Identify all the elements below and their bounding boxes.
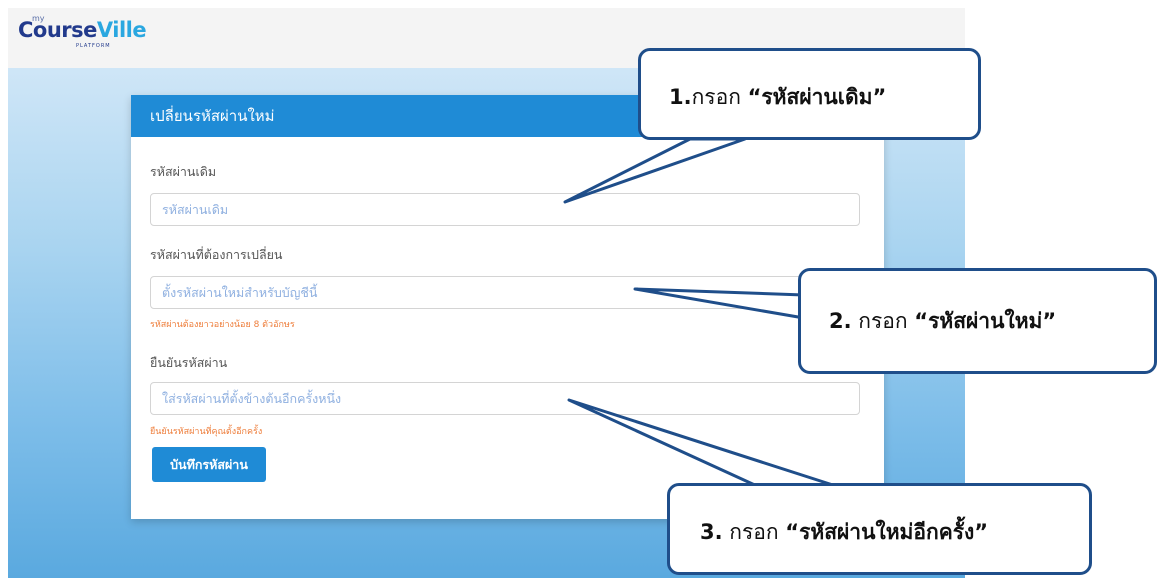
callout-3-text: กรอก bbox=[722, 520, 786, 544]
callout-1: 1.กรอก “รหัสผ่านเดิม” bbox=[638, 48, 981, 140]
change-password-card: เปลี่ยนรหัสผ่านใหม่ รหัสผ่านเดิม รหัสผ่า… bbox=[131, 95, 884, 519]
callout-1-text: กรอก bbox=[691, 85, 748, 109]
courseville-logo[interactable]: my CourseVille PLATFORM bbox=[18, 15, 147, 49]
callout-1-number: 1. bbox=[669, 85, 692, 109]
confirm-password-hint: ยืนยันรหัสผ่านที่คุณตั้งอีกครั้ง bbox=[150, 427, 263, 437]
new-password-hint: รหัสผ่านต้องยาวอย่างน้อย 8 ตัวอักษร bbox=[150, 320, 295, 330]
callout-2-emphasis: “รหัสผ่านใหม่” bbox=[914, 309, 1057, 333]
old-password-input[interactable] bbox=[150, 193, 860, 226]
logo-platform: PLATFORM bbox=[76, 43, 111, 49]
callout-2-text: กรอก bbox=[851, 309, 915, 333]
new-password-label: รหัสผ่านที่ต้องการเปลี่ยน bbox=[150, 247, 283, 262]
new-password-input[interactable] bbox=[150, 276, 860, 309]
callout-3: 3. กรอก “รหัสผ่านใหม่อีกครั้ง” bbox=[667, 483, 1092, 575]
callout-2-number: 2. bbox=[829, 309, 852, 333]
confirm-password-label: ยืนยันรหัสผ่าน bbox=[150, 355, 228, 370]
confirm-password-input[interactable] bbox=[150, 382, 860, 415]
save-password-button[interactable]: บันทึกรหัสผ่าน bbox=[152, 447, 266, 482]
callout-3-number: 3. bbox=[700, 520, 723, 544]
callout-3-emphasis: “รหัสผ่านใหม่อีกครั้ง” bbox=[785, 520, 989, 544]
callout-2: 2. กรอก “รหัสผ่านใหม่” bbox=[798, 268, 1157, 374]
callout-1-emphasis: “รหัสผ่านเดิม” bbox=[747, 85, 887, 109]
logo-prefix: my bbox=[32, 14, 45, 23]
logo-ville: Ville bbox=[96, 18, 147, 42]
logo-course: Course bbox=[18, 18, 97, 42]
old-password-label: รหัสผ่านเดิม bbox=[150, 164, 217, 179]
